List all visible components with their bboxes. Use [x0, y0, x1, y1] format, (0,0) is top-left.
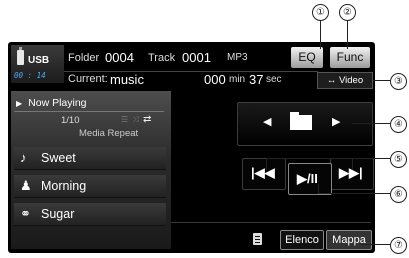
expand-arrow-icon: ▶ — [16, 99, 23, 108]
folder-number: 0004 — [105, 50, 134, 65]
elenco-button[interactable]: Elenco — [280, 230, 324, 250]
track-label: Track — [148, 52, 176, 64]
list-mode-icon: ☰ — [121, 115, 130, 124]
source-indicator: USB 00 : 14 — [11, 45, 64, 83]
artist-name: Morning — [41, 179, 87, 193]
mappa-button[interactable]: Mappa — [326, 230, 372, 250]
clock-display: 00 : 14 — [14, 71, 46, 80]
shuffle-icon: ⤨ — [132, 115, 140, 124]
list-item[interactable]: ♪ Sweet — [14, 147, 169, 171]
minutes-unit: min — [229, 74, 246, 85]
leader-line-1 — [320, 20, 321, 49]
list-icon[interactable] — [253, 233, 262, 245]
skip-back-icon: |◀◀ — [251, 165, 275, 180]
eq-button[interactable]: EQ — [291, 47, 323, 68]
current-label: Current: — [68, 73, 108, 85]
leader-line-4 — [352, 123, 390, 124]
leader-line-3 — [373, 80, 390, 81]
usb-stick-icon — [17, 47, 24, 65]
leader-line-5-top — [266, 158, 358, 159]
callout-2: ② — [339, 4, 356, 21]
prev-track-button[interactable]: |◀◀ — [242, 158, 286, 190]
callout-1: ① — [312, 4, 329, 21]
divider — [171, 222, 371, 223]
now-playing-header[interactable]: ▶ Now Playing — [16, 97, 87, 109]
panel-divider — [14, 111, 164, 112]
folder-icon — [290, 112, 312, 130]
head-unit-screen: USB 00 : 14 Folder 0004 Track 0001 MP3 E… — [8, 42, 375, 253]
source-label: USB — [28, 55, 50, 66]
list-item[interactable]: ⚭ Sugar — [14, 203, 169, 227]
elapsed-seconds: 37 — [249, 72, 264, 87]
song-title-icon: ♪ — [20, 150, 27, 165]
callout-7: ⑦ — [390, 237, 407, 254]
callout-6: ⑥ — [390, 186, 407, 203]
artist-icon: ♟ — [20, 178, 32, 193]
repeat-icon: ⇄ — [143, 114, 153, 125]
folder-next-arrow-icon[interactable]: ▶ — [332, 115, 340, 128]
leader-line-7 — [361, 244, 390, 245]
leader-line-2 — [347, 20, 348, 49]
seconds-unit: sec — [266, 74, 282, 85]
skip-forward-icon: ▶▶| — [339, 165, 363, 180]
song-title: Sweet — [41, 151, 76, 165]
play-pause-icon: ▶/II — [297, 171, 318, 186]
play-mode-icons: ☰ ⤨ ⇄ — [121, 114, 152, 125]
divider — [64, 71, 318, 72]
now-playing-panel: ▶ Now Playing 1/10 ☰ ⤨ ⇄ Media Repeat ♪ S… — [11, 91, 171, 249]
track-count: 1/10 — [61, 115, 80, 126]
file-format: MP3 — [227, 52, 248, 63]
media-repeat-caption: Media Repeat — [79, 128, 139, 139]
callout-5: ⑤ — [390, 151, 407, 168]
album-name: Sugar — [41, 207, 75, 221]
folder-control: ◀ ▶ — [237, 102, 373, 146]
leader-line-5-right — [352, 158, 353, 170]
track-number: 0001 — [182, 50, 211, 65]
leader-line-5-left — [266, 158, 267, 170]
now-playing-title: Now Playing — [28, 97, 87, 109]
elapsed-minutes: 000 — [204, 72, 226, 87]
video-button[interactable]: ↔ Video — [317, 72, 373, 89]
callout-3: ③ — [390, 73, 407, 90]
current-folder-name: music — [110, 72, 144, 87]
func-button[interactable]: Func — [330, 47, 370, 68]
play-pause-button[interactable]: ▶/II — [288, 163, 332, 195]
leader-line-5 — [358, 158, 390, 159]
callout-4: ④ — [390, 116, 407, 133]
folder-label: Folder — [68, 52, 100, 64]
list-item[interactable]: ♟ Morning — [14, 175, 169, 199]
leader-line-6-up — [318, 184, 319, 193]
leader-line-6 — [318, 193, 390, 194]
folder-prev-arrow-icon[interactable]: ◀ — [263, 115, 271, 128]
album-icon: ⚭ — [20, 206, 31, 221]
